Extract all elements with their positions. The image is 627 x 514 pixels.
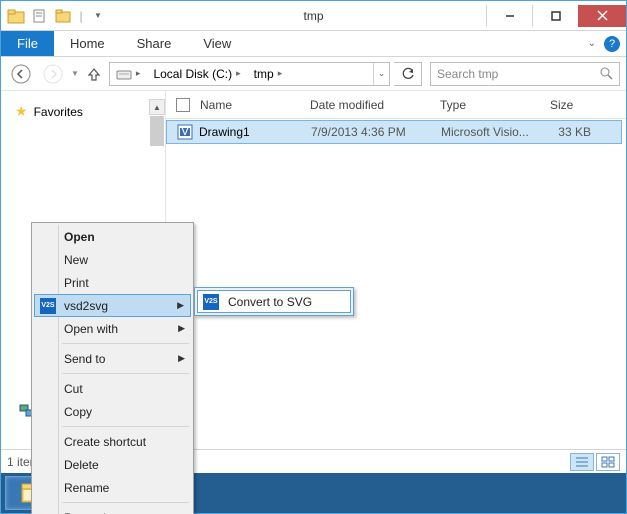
recent-dropdown-icon[interactable]: ▼ (71, 69, 79, 78)
breadcrumb-drive-icon[interactable]: ▸ (110, 63, 148, 85)
search-placeholder: Search tmp (437, 67, 498, 81)
col-type[interactable]: Type (440, 98, 550, 112)
refresh-button[interactable] (394, 62, 422, 86)
thumbnails-view-button[interactable] (596, 453, 620, 471)
col-date[interactable]: Date modified (310, 98, 440, 112)
ctx-vsd2svg[interactable]: V2S vsd2svg ▶ (34, 294, 191, 317)
details-view-button[interactable] (570, 453, 594, 471)
file-name: Drawing1 (199, 125, 311, 139)
nav-favorites[interactable]: ★ Favorites (1, 101, 165, 122)
visio-file-icon: V (177, 124, 193, 140)
submenu-convert-to-svg[interactable]: V2S Convert to SVG (197, 290, 351, 313)
properties-icon[interactable] (29, 5, 51, 27)
new-folder-icon[interactable] (53, 5, 75, 27)
navbar: ▼ ▸ Local Disk (C:)▸ tmp▸ ⌄ Search tmp (1, 57, 626, 91)
ctx-cut[interactable]: Cut (34, 377, 191, 400)
ctx-delete[interactable]: Delete (34, 453, 191, 476)
file-type: Microsoft Visio... (441, 125, 551, 139)
submenu-arrow-icon: ▶ (178, 323, 185, 334)
context-menu: Open New Print V2S vsd2svg ▶ Open with▶ … (31, 222, 194, 514)
tab-view[interactable]: View (187, 31, 247, 56)
breadcrumb-seg-tmp[interactable]: tmp▸ (248, 63, 290, 85)
ctx-print[interactable]: Print (34, 271, 191, 294)
ctx-open-with[interactable]: Open with▶ (34, 317, 191, 340)
ctx-new[interactable]: New (34, 248, 191, 271)
close-button[interactable] (578, 5, 626, 27)
navpane-scroll-up[interactable]: ▲ (149, 99, 165, 115)
ctx-create-shortcut[interactable]: Create shortcut (34, 430, 191, 453)
titlebar: | ▼ tmp (1, 1, 626, 31)
ctx-open[interactable]: Open (34, 225, 191, 248)
navpane-scroll-thumb[interactable] (150, 116, 164, 146)
minimize-ribbon-icon[interactable]: ⌄ (588, 38, 596, 49)
ctx-properties[interactable]: Properties (34, 506, 191, 514)
breadcrumb[interactable]: ▸ Local Disk (C:)▸ tmp▸ ⌄ (109, 62, 390, 86)
maximize-button[interactable] (532, 5, 578, 27)
minimize-button[interactable] (486, 5, 532, 27)
folder-icon (5, 5, 27, 27)
ribbon: File Home Share View ⌄ ? (1, 31, 626, 57)
col-name[interactable]: Name (200, 98, 310, 112)
file-tab[interactable]: File (1, 31, 54, 56)
column-headers: Name Date modified Type Size (166, 91, 626, 119)
search-icon (600, 67, 613, 80)
search-input[interactable]: Search tmp (430, 62, 620, 86)
submenu: V2S Convert to SVG (194, 287, 354, 316)
star-icon: ★ (15, 103, 28, 120)
qat-dropdown-icon[interactable]: ▼ (87, 5, 109, 27)
up-button[interactable] (83, 61, 105, 87)
qat-divider: | (77, 5, 85, 27)
file-size: 33 KB (551, 125, 621, 139)
svg-text:V: V (181, 124, 189, 138)
col-size[interactable]: Size (550, 98, 626, 112)
ctx-rename[interactable]: Rename (34, 476, 191, 499)
breadcrumb-dropdown-icon[interactable]: ⌄ (373, 63, 389, 85)
ctx-send-to[interactable]: Send to▶ (34, 347, 191, 370)
select-all-checkbox[interactable] (176, 98, 190, 112)
file-list: Name Date modified Type Size V Drawing1 … (166, 91, 626, 449)
submenu-arrow-icon: ▶ (177, 300, 184, 311)
vsd2svg-icon: V2S (202, 293, 220, 311)
back-button[interactable] (7, 61, 35, 87)
forward-button[interactable] (39, 61, 67, 87)
breadcrumb-seg-drive[interactable]: Local Disk (C:)▸ (147, 63, 247, 85)
tab-home[interactable]: Home (54, 31, 121, 56)
vsd2svg-icon: V2S (39, 297, 57, 315)
tab-share[interactable]: Share (121, 31, 188, 56)
file-date: 7/9/2013 4:36 PM (311, 125, 441, 139)
submenu-arrow-icon: ▶ (178, 353, 185, 364)
help-icon[interactable]: ? (604, 36, 620, 52)
file-row[interactable]: V Drawing1 7/9/2013 4:36 PM Microsoft Vi… (166, 120, 622, 144)
ctx-copy[interactable]: Copy (34, 400, 191, 423)
